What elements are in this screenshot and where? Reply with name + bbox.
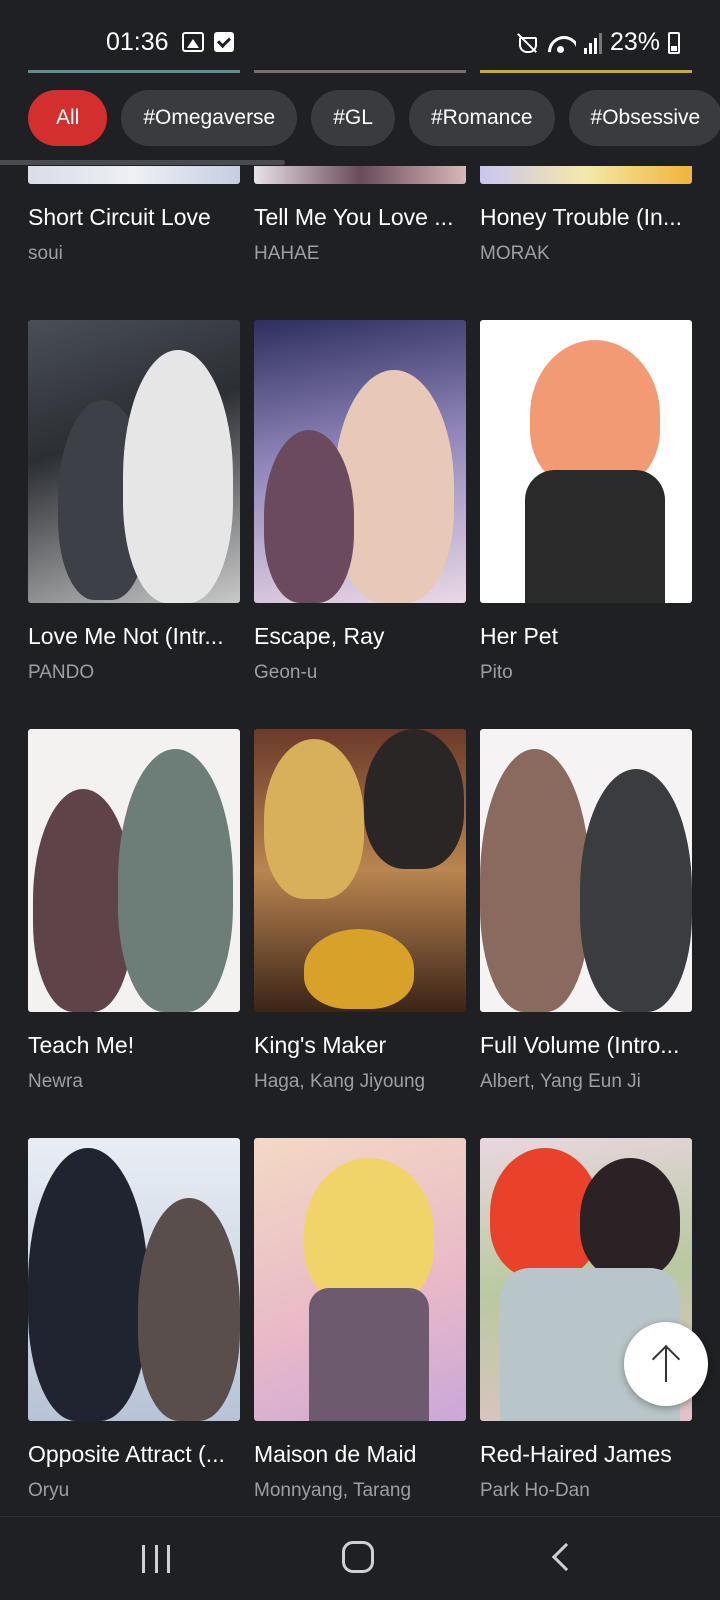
series-grid[interactable]: Short Circuit Love soui Tell Me You Love… (0, 166, 720, 1516)
chip-gl[interactable]: #GL (311, 90, 395, 146)
filter-chips: All #Omegaverse #GL #Romance #Obsessive (28, 90, 720, 146)
series-cover[interactable] (480, 729, 692, 1012)
grid-row: Love Me Not (Intr... PANDO Escape, Ray G… (28, 320, 692, 729)
grid-row-partial: Short Circuit Love soui Tell Me You Love… (28, 166, 692, 265)
series-title[interactable]: Honey Trouble (In... (480, 204, 692, 231)
series-title[interactable]: Maison de Maid (254, 1441, 466, 1468)
series-cover[interactable] (254, 729, 466, 1012)
battery-icon (668, 31, 680, 54)
home-icon[interactable] (342, 1541, 374, 1573)
wifi-icon (546, 32, 576, 54)
series-card[interactable]: Tell Me You Love ... HAHAE (254, 166, 466, 265)
series-title[interactable]: Love Me Not (Intr... (28, 623, 240, 650)
series-title[interactable]: Teach Me! (28, 1032, 240, 1059)
series-card[interactable]: Escape, Ray Geon-u (254, 320, 466, 729)
battery-percent: 23% (609, 28, 660, 56)
series-title[interactable]: Short Circuit Love (28, 204, 240, 231)
chip-scroll-indicator (0, 160, 285, 165)
series-card[interactable]: Opposite Attract (... Oryu (28, 1138, 240, 1516)
series-title[interactable]: Full Volume (Intro... (480, 1032, 692, 1059)
series-card[interactable]: Full Volume (Intro... Albert, Yang Eun J… (480, 729, 692, 1138)
series-card[interactable]: Love Me Not (Intr... PANDO (28, 320, 240, 729)
series-author: soui (28, 243, 63, 264)
series-title[interactable]: King's Maker (254, 1032, 466, 1059)
series-cover[interactable] (28, 729, 240, 1012)
series-author: Oryu (28, 1480, 70, 1501)
series-author: MORAK (480, 243, 550, 264)
back-icon[interactable] (551, 1542, 581, 1572)
app-screen: 01:36 23% All #Omegaverse #GL #Romance #… (0, 0, 720, 1600)
series-author: Pito (480, 662, 513, 683)
recents-icon[interactable] (142, 1545, 170, 1573)
filter-bar: All #Omegaverse #GL #Romance #Obsessive (0, 70, 720, 166)
series-cover[interactable] (28, 320, 240, 603)
status-icons: 23% (516, 28, 680, 57)
chip-romance[interactable]: #Romance (408, 90, 555, 146)
series-title[interactable]: Escape, Ray (254, 623, 466, 650)
series-cover[interactable] (28, 166, 240, 184)
series-author: HAHAE (254, 243, 320, 264)
checkbox-icon (214, 32, 234, 52)
series-title[interactable]: Tell Me You Love ... (254, 204, 466, 231)
chip-obsessive[interactable]: #Obsessive (568, 90, 720, 146)
series-cover[interactable] (254, 166, 466, 184)
status-time: 01:36 (106, 28, 169, 56)
series-author: Geon-u (254, 662, 318, 683)
series-card[interactable]: Honey Trouble (In... MORAK (480, 166, 692, 265)
peek-thumbnail-edges (28, 70, 692, 73)
mute-icon (516, 32, 538, 54)
grid-rows: Love Me Not (Intr... PANDO Escape, Ray G… (28, 320, 692, 1516)
series-card[interactable]: King's Maker Haga, Kang Jiyoung (254, 729, 466, 1138)
series-cover[interactable] (480, 320, 692, 603)
series-author: Albert, Yang Eun Ji (480, 1071, 641, 1092)
signal-icon (583, 32, 602, 54)
series-card[interactable]: Maison de Maid Monnyang, Tarang (254, 1138, 466, 1516)
series-cover[interactable] (254, 320, 466, 603)
series-cover[interactable] (480, 166, 692, 184)
grid-row: Teach Me! Newra King's Maker Haga, Kang … (28, 729, 692, 1138)
chip-omegaverse[interactable]: #Omegaverse (121, 90, 298, 146)
gallery-icon (182, 32, 204, 52)
series-card[interactable]: Her Pet Pito (480, 320, 692, 729)
series-author: Park Ho-Dan (480, 1480, 590, 1501)
series-author: PANDO (28, 662, 95, 683)
grid-row: Opposite Attract (... Oryu Maison de Mai… (28, 1138, 692, 1516)
series-title[interactable]: Opposite Attract (... (28, 1441, 240, 1468)
chip-all[interactable]: All (28, 90, 108, 146)
status-bar: 01:36 23% (0, 0, 720, 70)
series-card[interactable]: Short Circuit Love soui (28, 166, 240, 265)
system-nav-bar (0, 1516, 720, 1600)
series-title[interactable]: Red-Haired James (480, 1441, 692, 1468)
series-author: Newra (28, 1071, 83, 1092)
arrow-up-icon[interactable] (624, 1322, 708, 1406)
series-card[interactable]: Teach Me! Newra (28, 729, 240, 1138)
series-cover[interactable] (254, 1138, 466, 1421)
series-title[interactable]: Her Pet (480, 623, 692, 650)
series-author: Monnyang, Tarang (254, 1480, 412, 1501)
series-author: Haga, Kang Jiyoung (254, 1071, 426, 1092)
series-cover[interactable] (28, 1138, 240, 1421)
